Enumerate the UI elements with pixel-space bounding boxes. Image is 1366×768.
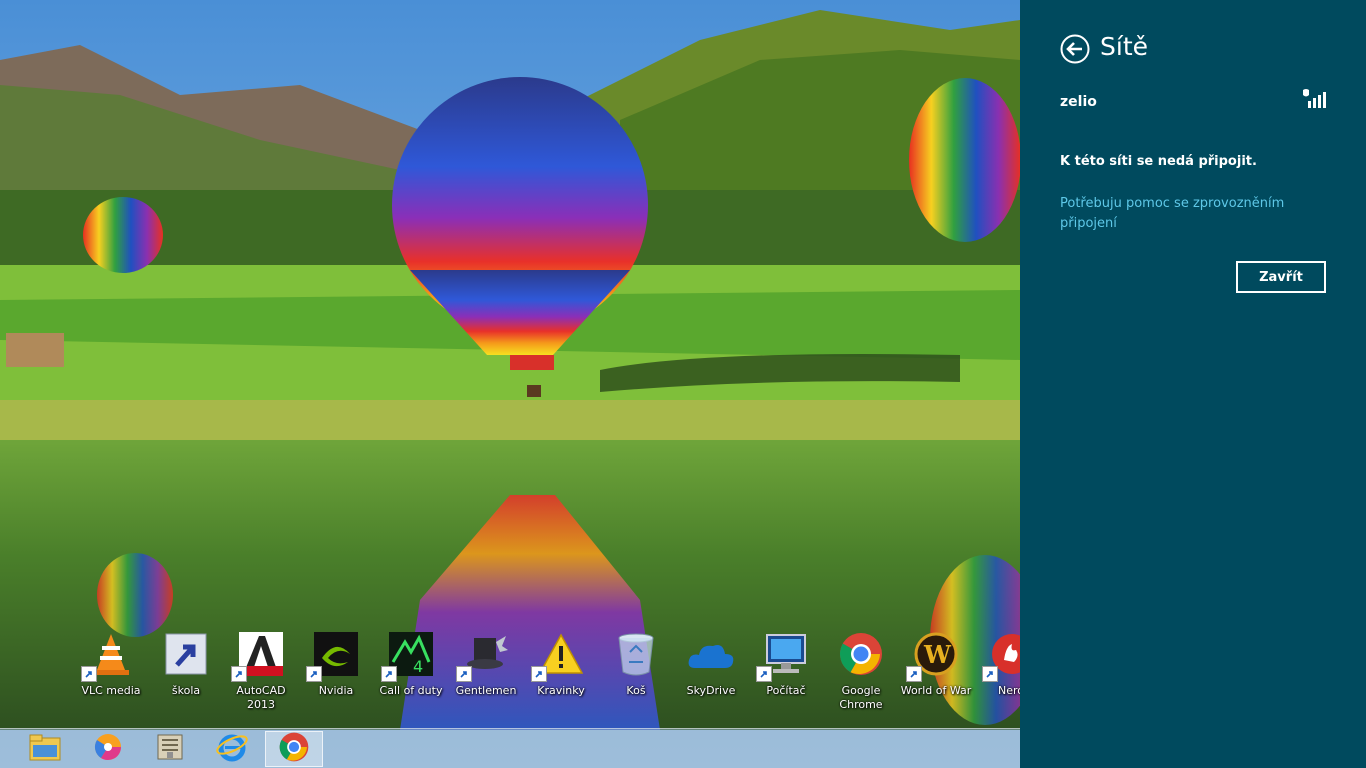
shortcut-arrow-icon: [381, 666, 397, 682]
file-explorer-icon: [29, 733, 61, 765]
desktop-icon-vlc[interactable]: VLC media: [74, 630, 148, 716]
desktop-icon-skola[interactable]: škola: [149, 630, 223, 716]
back-button[interactable]: [1060, 34, 1090, 64]
desktop-icon-label: Call of duty: [379, 684, 443, 697]
desktop-icon-label: Nvidia: [318, 684, 354, 697]
network-item-name[interactable]: zelio: [1060, 94, 1097, 110]
gentlemen-icon: [456, 630, 510, 682]
recycle-bin-icon: [612, 630, 660, 678]
taskbar: [0, 728, 1020, 768]
desktop-icon-recycle-bin[interactable]: Koš: [599, 630, 673, 716]
desktop-icon-nero[interactable]: Nero: [974, 630, 1020, 716]
desktop-icon-label: Gentlemen: [455, 684, 517, 697]
chrome-icon: [279, 732, 309, 766]
desktop-icon-world-of-warcraft[interactable]: W World of War: [899, 630, 973, 716]
desktop-icon-label: Kravinky: [537, 684, 585, 697]
close-button[interactable]: Zavřít: [1236, 261, 1326, 293]
networks-panel: Sítě zelio K této síti se nedá připojit.…: [1020, 0, 1366, 768]
desktop-icon-label: AutoCAD 2013: [236, 684, 286, 711]
taskbar-file-explorer[interactable]: [16, 731, 74, 767]
back-arrow-icon: [1060, 34, 1090, 68]
taskbar-media-player[interactable]: [79, 731, 137, 767]
nero-icon: [982, 630, 1020, 682]
svg-text:4: 4: [413, 657, 423, 676]
shortcut-arrow-icon: [982, 666, 998, 682]
chrome-icon: [837, 630, 885, 678]
desktop-icon-label: VLC media: [81, 684, 141, 697]
desktop-icon-label: SkyDrive: [686, 684, 736, 697]
desktop-icon-label: Nero: [998, 684, 1020, 697]
desktop: VLC media škola AutoCAD 2013 Nvidia 4 Ca…: [0, 0, 1020, 768]
shortcut-arrow-icon: [81, 666, 97, 682]
desktop-icon-label: World of War: [900, 684, 972, 697]
desktop-icon-label: Google Chrome: [839, 684, 883, 711]
desktop-icon-nvidia[interactable]: Nvidia: [299, 630, 373, 716]
desktop-icon-skydrive[interactable]: SkyDrive: [674, 630, 748, 716]
panel-title: Sítě: [1100, 32, 1148, 61]
shortcut-arrow-icon: [756, 666, 772, 682]
desktop-icon-call-of-duty[interactable]: 4 Call of duty: [374, 630, 448, 716]
world-of-warcraft-icon: W: [906, 630, 960, 682]
desktop-icon-autocad[interactable]: AutoCAD 2013: [224, 630, 298, 716]
taskbar-archive[interactable]: [141, 731, 199, 767]
skydrive-icon: [687, 630, 735, 678]
shortcut-arrow-icon: [531, 666, 547, 682]
desktop-icon-google-chrome[interactable]: Google Chrome: [824, 630, 898, 716]
shortcut-arrow-icon: [906, 666, 922, 682]
autocad-icon: [231, 630, 285, 682]
taskbar-internet-explorer[interactable]: [203, 731, 261, 767]
taskbar-chrome[interactable]: [265, 731, 323, 767]
media-player-icon: [93, 732, 123, 766]
svg-text:W: W: [923, 640, 952, 669]
warning-icon: [531, 630, 585, 682]
vlc-icon: [81, 630, 135, 682]
help-link[interactable]: Potřebuju pomoc se zprovozněním připojen…: [1060, 194, 1320, 234]
desktop-icon-kravinky[interactable]: Kravinky: [524, 630, 598, 716]
desktop-icon-label: Koš: [626, 684, 646, 697]
desktop-icon-label: Počítač: [766, 684, 806, 697]
shortcut-arrow-icon: [456, 666, 472, 682]
internet-explorer-icon: [216, 732, 248, 766]
desktop-icon-computer[interactable]: Počítač: [749, 630, 823, 716]
folder-shortcut-icon: [162, 630, 210, 678]
shortcut-arrow-icon: [231, 666, 247, 682]
nvidia-icon: [306, 630, 360, 682]
computer-icon: [756, 630, 810, 682]
connection-error-message: K této síti se nedá připojit.: [1060, 154, 1257, 169]
archive-icon: [155, 732, 185, 766]
call-of-duty-icon: 4: [381, 630, 435, 682]
shortcut-arrow-icon: [306, 666, 322, 682]
wifi-signal-icon: [1302, 89, 1326, 109]
desktop-icon-gentlemen[interactable]: Gentlemen: [449, 630, 523, 716]
desktop-icon-label: škola: [171, 684, 201, 697]
